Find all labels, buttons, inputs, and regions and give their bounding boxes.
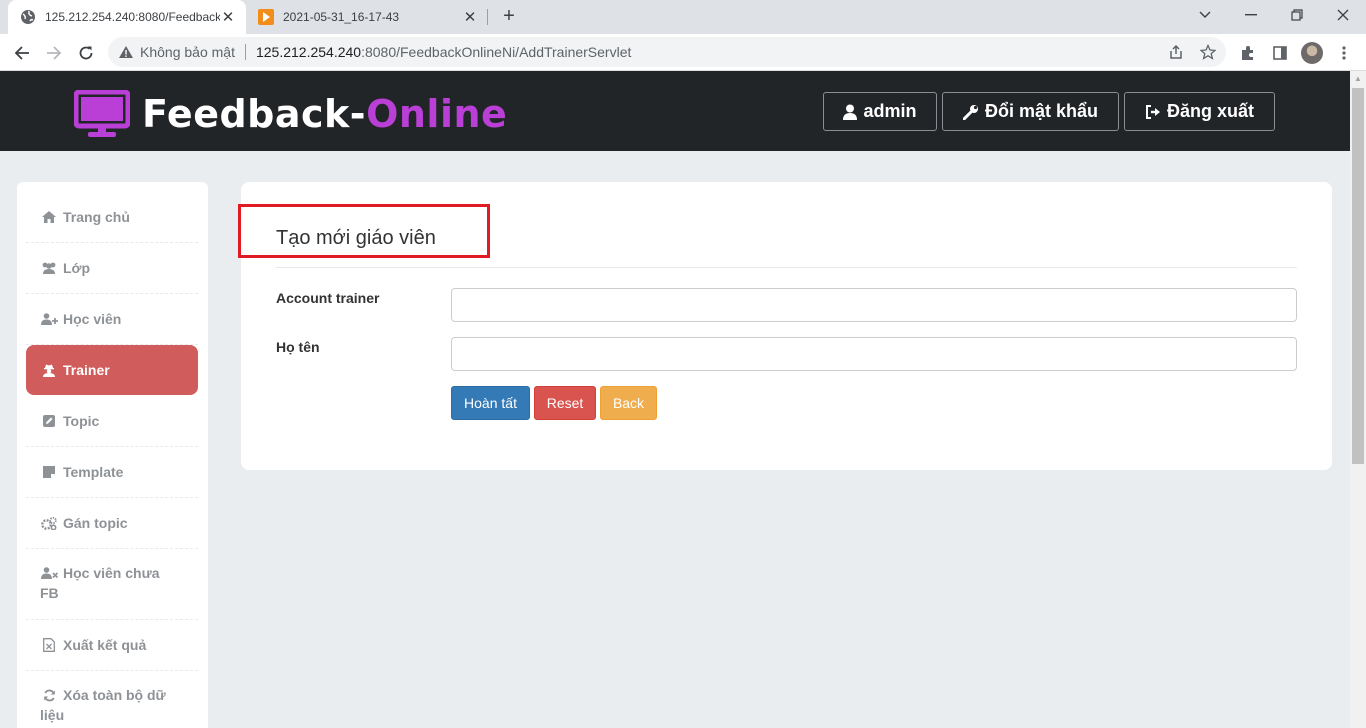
logout-label: Đăng xuất (1166, 101, 1254, 121)
close-window-icon[interactable] (1320, 0, 1366, 30)
logo-text-white: Feedback- (142, 92, 367, 136)
full-name-label: Họ tên (276, 339, 320, 355)
sidebar-item-export-results[interactable]: Xuất kết quả (26, 620, 198, 671)
sidebar-item-label: Học viên (63, 311, 122, 327)
edit-icon (40, 415, 58, 427)
warning-triangle-icon (118, 45, 136, 59)
monitor-icon (74, 90, 130, 138)
title-divider (276, 267, 1297, 268)
page-scrollbar[interactable]: ▲ (1350, 71, 1366, 728)
site-header: Feedback-Online admin Đổi mật khẩu Đăng … (0, 71, 1350, 151)
browser-toolbar: Không bảo mật 125.212.254.240:8080/Feedb… (0, 34, 1366, 71)
restore-icon[interactable] (1274, 0, 1320, 30)
cogs-icon (40, 516, 58, 530)
profile-avatar[interactable] (1300, 41, 1324, 65)
browser-tab-inactive[interactable]: 2021-05-31_16-17-43 ✕ (248, 0, 488, 34)
sidebar-item-topic[interactable]: Topic (26, 396, 198, 447)
scroll-up-arrow-icon[interactable]: ▲ (1350, 71, 1366, 87)
site-logo[interactable]: Feedback-Online (74, 89, 507, 139)
wrench-icon (962, 104, 979, 120)
sign-out-icon (1145, 104, 1161, 120)
submit-button[interactable]: Hoàn tất (451, 386, 530, 420)
browser-tab-title: 2021-05-31_16-17-43 (283, 10, 400, 24)
sidebar-item-label: Gán topic (63, 515, 128, 531)
sidebar-item-students[interactable]: Học viên (26, 294, 198, 345)
sidebar-item-label-line1: Xóa toàn bộ dữ (63, 687, 166, 703)
tab-search-icon[interactable] (1182, 0, 1228, 30)
change-password-button[interactable]: Đổi mật khẩu (942, 92, 1119, 131)
back-button[interactable]: Back (600, 386, 657, 420)
logout-button[interactable]: Đăng xuất (1124, 92, 1275, 131)
omnibox-divider (244, 44, 246, 60)
sidebar-item-delete-all-data[interactable]: Xóa toàn bộ dữ liệu (26, 671, 198, 728)
tab-separator (487, 9, 488, 25)
sidebar-item-template[interactable]: Template (26, 447, 198, 498)
users-icon (40, 262, 58, 274)
sidebar-item-label: Xuất kết quả (63, 637, 147, 653)
sidebar-item-label: Template (63, 464, 124, 480)
refresh-icon (40, 689, 58, 702)
sidebar-item-label: Trainer (63, 362, 110, 378)
create-trainer-panel: Tạo mới giáo viên Account trainer Họ tên… (238, 182, 1332, 470)
sidebar-item-label-line2: liệu (40, 707, 65, 723)
kebab-menu-icon[interactable] (1332, 41, 1356, 65)
reset-button[interactable]: Reset (534, 386, 596, 420)
user-icon (843, 104, 858, 120)
new-tab-button[interactable]: + (498, 6, 520, 28)
globe-icon (20, 9, 36, 25)
page-title: Tạo mới giáo viên (276, 227, 436, 249)
full-name-input[interactable] (451, 337, 1297, 371)
user-secret-icon (40, 364, 58, 377)
sidebar-item-label: Lớp (63, 260, 91, 276)
user-times-icon (40, 567, 58, 579)
address-bar[interactable]: Không bảo mật 125.212.254.240:8080/Feedb… (108, 37, 1226, 67)
admin-button[interactable]: admin (823, 92, 937, 131)
share-icon[interactable] (1164, 37, 1188, 67)
admin-label: admin (863, 101, 917, 121)
browser-tab-active[interactable]: 125.212.254.240:8080/FeedbackO ✕ (8, 0, 246, 34)
forward-arrow-icon[interactable] (42, 41, 66, 65)
sticky-note-icon (40, 466, 58, 478)
reload-icon[interactable] (74, 41, 98, 65)
home-icon (40, 211, 58, 223)
extensions-icon[interactable] (1236, 41, 1260, 65)
sidebar-item-label: Topic (63, 413, 100, 429)
sidebar-item-home[interactable]: Trang chủ (26, 192, 198, 243)
sidebar-item-assign-topic[interactable]: Gán topic (26, 498, 198, 549)
star-icon[interactable] (1196, 37, 1220, 67)
browser-tab-strip: 125.212.254.240:8080/FeedbackO ✕ 2021-05… (0, 0, 1366, 34)
sidebar-item-class[interactable]: Lớp (26, 243, 198, 294)
change-password-label: Đổi mật khẩu (984, 101, 1099, 121)
side-panel-icon[interactable] (1268, 41, 1292, 65)
sidebar-item-label-line2: FB (40, 585, 59, 601)
logo-text: Feedback-Online (142, 89, 507, 139)
sidebar: Trang chủ Lớp Học viên Trainer Topic Tem… (17, 182, 208, 728)
security-label[interactable]: Không bảo mật (140, 44, 235, 60)
account-trainer-label: Account trainer (276, 290, 380, 306)
play-icon (258, 9, 274, 25)
scroll-thumb[interactable] (1352, 88, 1364, 464)
url-path: :8080/FeedbackOnlineNi/AddTrainerServlet (361, 44, 632, 60)
browser-tab-title: 125.212.254.240:8080/FeedbackO (45, 10, 220, 24)
close-tab-icon[interactable]: ✕ (220, 8, 236, 26)
sidebar-item-label: Trang chủ (63, 209, 130, 225)
sidebar-item-students-no-feedback[interactable]: Học viên chưa FB (26, 549, 198, 620)
url-host: 125.212.254.240 (255, 44, 362, 60)
file-excel-icon (40, 638, 58, 652)
user-plus-icon (40, 313, 58, 325)
sidebar-item-label-line1: Học viên chưa (63, 565, 160, 581)
back-arrow-icon[interactable] (10, 41, 34, 65)
minimize-icon[interactable] (1228, 0, 1274, 30)
logo-text-purple: Online (366, 92, 508, 136)
close-tab-icon[interactable]: ✕ (462, 8, 478, 26)
sidebar-item-trainer[interactable]: Trainer (26, 345, 198, 395)
account-trainer-input[interactable] (451, 288, 1297, 322)
